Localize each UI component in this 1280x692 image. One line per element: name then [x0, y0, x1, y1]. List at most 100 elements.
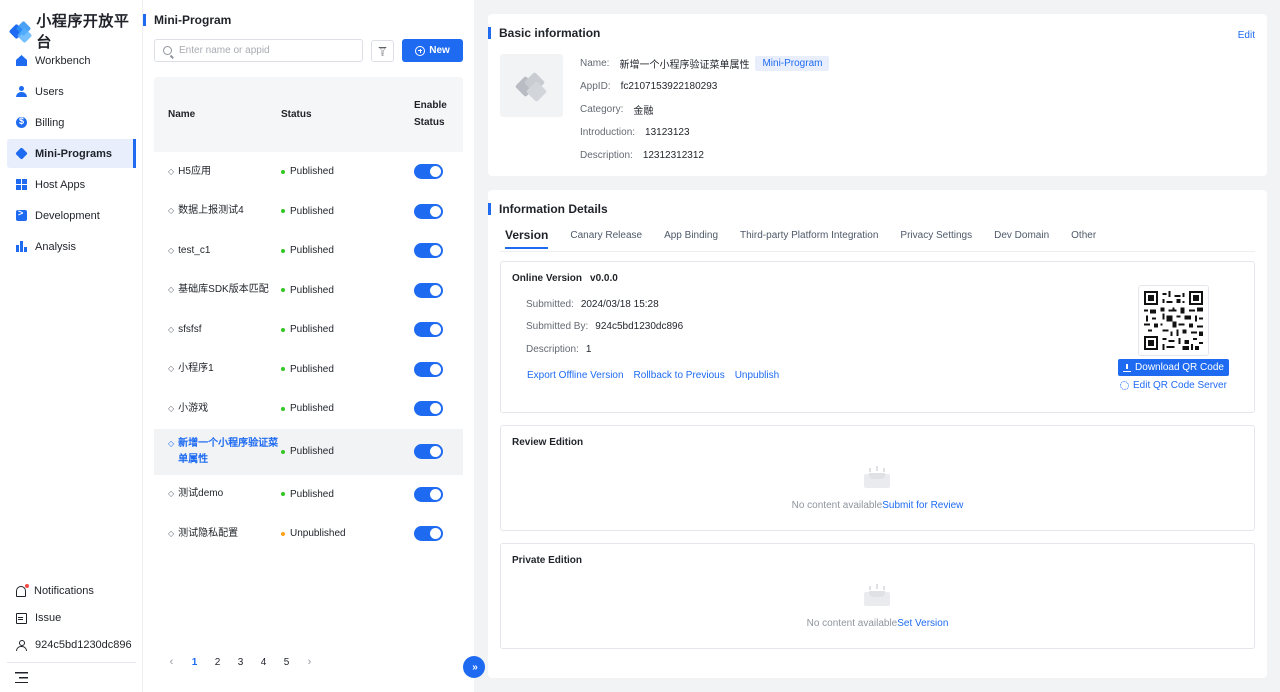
- tab-third-party[interactable]: Third-party Platform Integration: [740, 230, 878, 249]
- field-appid: AppID: fc2107153922180293: [580, 75, 829, 98]
- row-name-cell: ◇ 数据上报测试4: [154, 203, 281, 219]
- table-row[interactable]: ◇ 小程序1 Published: [154, 350, 463, 390]
- search-box[interactable]: [154, 39, 363, 62]
- row-toggle-cell: [414, 401, 454, 417]
- collapse-menu-icon[interactable]: [15, 672, 28, 683]
- mini-program-icon: [15, 147, 28, 160]
- status-dot: [281, 288, 285, 293]
- page-3[interactable]: 3: [229, 657, 252, 668]
- tab-canary-release[interactable]: Canary Release: [570, 230, 642, 249]
- user-account[interactable]: 924c5bd1230dc896: [7, 632, 136, 658]
- enable-status-toggle[interactable]: [414, 282, 443, 298]
- tab-other[interactable]: Other: [1071, 230, 1096, 249]
- unpublish-link[interactable]: Unpublish: [735, 370, 779, 381]
- search-input[interactable]: [179, 45, 349, 56]
- table-header: Name Status Enable Status: [154, 77, 463, 152]
- nav-item-mini-programs[interactable]: Mini-Programs: [7, 139, 136, 168]
- tab-dev-domain[interactable]: Dev Domain: [994, 230, 1049, 249]
- enable-status-toggle[interactable]: [414, 444, 443, 459]
- status-dot: [281, 406, 285, 411]
- nav-item-users[interactable]: Users: [7, 77, 136, 106]
- row-name: 小程序1: [178, 363, 214, 375]
- nav-item-billing[interactable]: Billing: [7, 108, 136, 137]
- table-row[interactable]: ◇ sfsfsf Published: [154, 310, 463, 350]
- page-2[interactable]: 2: [206, 657, 229, 668]
- table-row[interactable]: ◇ 测试隐私配置 Unpublished: [154, 514, 463, 554]
- row-name-cell: ◇ H5应用: [154, 164, 281, 180]
- table-row[interactable]: ◇ 测试demo Published: [154, 475, 463, 515]
- row-toggle-cell: [414, 243, 454, 259]
- nav-item-development[interactable]: Development: [7, 201, 136, 230]
- value: 1: [585, 344, 592, 355]
- value: 金融: [633, 106, 654, 117]
- submit-for-review-link[interactable]: Submit for Review: [882, 500, 963, 511]
- page-4[interactable]: 4: [252, 657, 275, 668]
- tabs-divider: [500, 251, 1255, 252]
- edit-qr-server-link[interactable]: Edit QR Code Server: [1120, 380, 1227, 391]
- page-5[interactable]: 5: [275, 657, 298, 668]
- panel-title-text: Mini-Program: [154, 13, 232, 27]
- filter-button[interactable]: [371, 40, 394, 62]
- empty-text: No content available: [791, 500, 883, 511]
- enable-status-toggle[interactable]: [414, 526, 443, 542]
- row-name: sfsfsf: [178, 323, 202, 335]
- enable-status-toggle[interactable]: [414, 361, 443, 377]
- set-version-link[interactable]: Set Version: [897, 618, 948, 629]
- rollback-link[interactable]: Rollback to Previous: [634, 370, 725, 381]
- mini-program-icon: ◇: [168, 489, 175, 499]
- card-title: Basic information: [488, 26, 600, 40]
- submitted-row: Submitted: 2024/03/18 15:28: [526, 299, 659, 310]
- value: 2024/03/18 15:28: [580, 299, 659, 310]
- new-button[interactable]: New: [402, 39, 463, 62]
- table-row[interactable]: ◇ test_c1 Published: [154, 231, 463, 271]
- row-toggle-cell: [414, 322, 454, 338]
- row-status: Published: [290, 205, 334, 217]
- table-row[interactable]: ◇ 小游戏 Published: [154, 389, 463, 429]
- row-name: 测试隐私配置: [178, 527, 239, 539]
- user-id: 924c5bd1230dc896: [35, 639, 132, 651]
- row-toggle-cell: [414, 361, 454, 377]
- field-introduction: Introduction: 13123123: [580, 121, 829, 144]
- tab-app-binding[interactable]: App Binding: [664, 230, 718, 249]
- nav-label: Billing: [35, 116, 65, 129]
- table-row[interactable]: ◇ 基础库SDK版本匹配 Published: [154, 271, 463, 311]
- table-row[interactable]: ◇ 新增一个小程序验证菜单属性 Published: [154, 428, 463, 475]
- qr-code: [1138, 285, 1209, 356]
- terminal-icon: [16, 208, 27, 221]
- label: Category:: [580, 104, 624, 115]
- main-nav: Workbench Users Billing Mini-Programs Ho…: [7, 46, 136, 263]
- expand-panel-button[interactable]: »: [463, 656, 485, 678]
- next-page-button[interactable]: ›: [298, 656, 321, 668]
- enable-status-toggle[interactable]: [414, 164, 443, 180]
- mini-program-icon: ◇: [168, 324, 175, 334]
- nav-item-workbench[interactable]: Workbench: [7, 46, 136, 75]
- page-1[interactable]: 1: [183, 657, 206, 668]
- edit-link[interactable]: Edit: [1238, 30, 1255, 41]
- row-status: Published: [290, 446, 334, 457]
- download-qr-button[interactable]: Download QR Code: [1118, 359, 1229, 376]
- enable-status-toggle[interactable]: [414, 486, 443, 502]
- notifications-link[interactable]: Notifications: [7, 578, 136, 604]
- pagination: ‹ 1 2 3 4 5 ›: [160, 656, 321, 668]
- enable-status-toggle[interactable]: [414, 203, 443, 219]
- enable-status-toggle[interactable]: [414, 401, 443, 417]
- enable-status-toggle[interactable]: [414, 322, 443, 338]
- nav-item-host-apps[interactable]: Host Apps: [7, 170, 136, 199]
- tab-version[interactable]: Version: [505, 228, 549, 249]
- mini-program-icon: ◇: [168, 166, 175, 176]
- issue-link[interactable]: Issue: [7, 605, 136, 631]
- table-row[interactable]: ◇ H5应用 Published: [154, 152, 463, 192]
- filter-icon: [378, 46, 387, 56]
- table-row[interactable]: ◇ 数据上报测试4 Published: [154, 192, 463, 232]
- table-body: ◇ H5应用 Published ◇ 数据上报测试4 Published ◇ test_c1 P…: [154, 152, 463, 554]
- new-button-label: New: [429, 45, 450, 56]
- export-offline-link[interactable]: Export Offline Version: [527, 370, 624, 381]
- empty-box-icon: [864, 466, 890, 488]
- tab-privacy-settings[interactable]: Privacy Settings: [900, 230, 972, 249]
- enable-status-toggle[interactable]: [414, 243, 443, 259]
- nav-item-analysis[interactable]: Analysis: [7, 232, 136, 261]
- empty-box-icon: [864, 584, 890, 606]
- search-icon: [163, 46, 172, 55]
- users-icon: [16, 86, 27, 97]
- prev-page-button[interactable]: ‹: [160, 656, 183, 668]
